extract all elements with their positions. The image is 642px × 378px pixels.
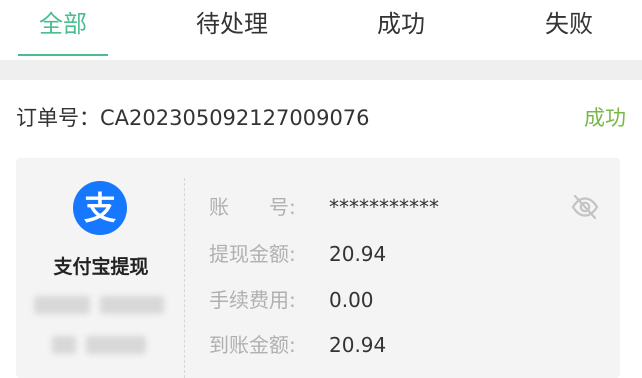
tab-failed[interactable]: 失败 xyxy=(528,6,610,42)
blurred-info xyxy=(52,336,76,354)
tab-success[interactable]: 成功 xyxy=(360,6,442,42)
received-amount-value: 20.94 xyxy=(329,333,387,357)
fee-value: 0.00 xyxy=(329,288,374,312)
blurred-info xyxy=(34,296,90,314)
active-tab-indicator xyxy=(18,54,108,56)
blurred-info xyxy=(100,296,164,314)
svg-text:支: 支 xyxy=(84,189,116,227)
card-divider xyxy=(184,178,185,378)
order-list: 订单号：CA202305092127009076 成功 支 支付宝提现 账 号:… xyxy=(0,80,642,378)
order-number: 订单号：CA202305092127009076 xyxy=(16,106,370,130)
received-amount-label: 到账金额: xyxy=(209,333,296,357)
fee-label: 手续费用: xyxy=(209,288,296,312)
alipay-icon: 支 xyxy=(73,181,127,235)
withdraw-method-name: 支付宝提现 xyxy=(53,256,149,278)
order-status-badge: 成功 xyxy=(584,106,626,130)
withdraw-amount-value: 20.94 xyxy=(329,242,387,266)
account-label: 账 号: xyxy=(209,195,296,219)
withdraw-amount-label: 提现金额: xyxy=(209,242,296,266)
tab-pending[interactable]: 待处理 xyxy=(180,6,284,42)
blurred-info xyxy=(86,336,146,354)
tab-all[interactable]: 全部 xyxy=(18,6,108,42)
order-header: 订单号：CA202305092127009076 成功 xyxy=(16,102,626,134)
status-tabs: 全部 待处理 成功 失败 xyxy=(0,0,642,60)
order-card[interactable]: 支 支付宝提现 账 号: *********** 提现金额: 20.94 手续费… xyxy=(16,158,620,378)
eye-off-icon[interactable] xyxy=(570,192,600,222)
account-value: *********** xyxy=(329,195,439,219)
